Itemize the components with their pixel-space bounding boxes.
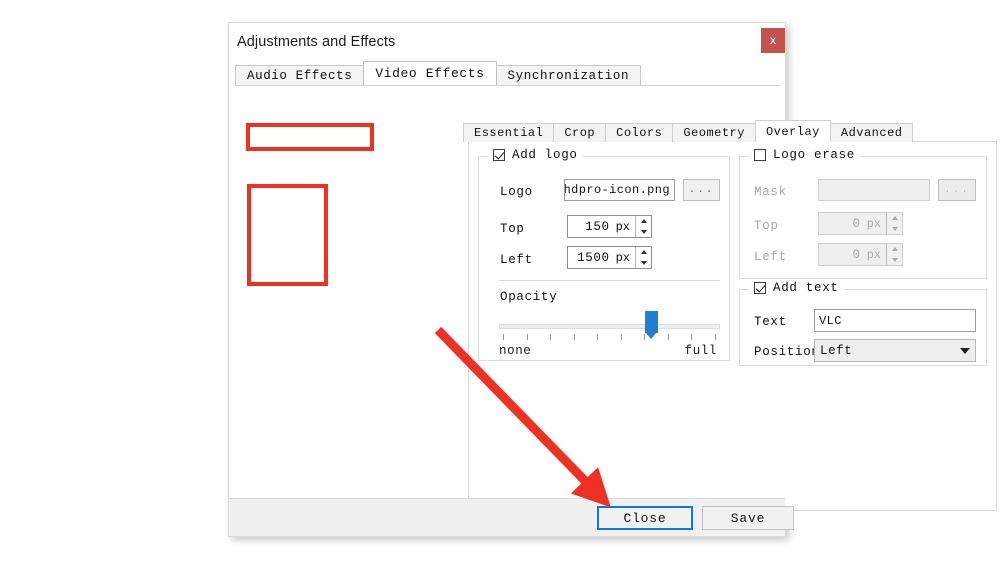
- opacity-tick: [715, 334, 716, 340]
- add-logo-checkbox[interactable]: [493, 149, 505, 161]
- text-field-label: Text: [754, 315, 787, 329]
- erase-left-spinbox: 0 px: [818, 243, 903, 266]
- logo-top-label: Top: [500, 222, 525, 236]
- logo-top-stepper[interactable]: [635, 216, 651, 237]
- logo-browse-button[interactable]: ...: [683, 179, 720, 201]
- tab-audio-effects[interactable]: Audio Effects: [235, 65, 365, 85]
- opacity-tick: [667, 334, 669, 340]
- opacity-label: Opacity: [500, 290, 558, 304]
- overlay-panel: Add logo Logo \hdpro-icon.png ... Top 15…: [468, 141, 997, 511]
- logo-field-label: Logo: [500, 185, 533, 199]
- erase-left-label: Left: [754, 250, 787, 264]
- logo-top-increment-icon[interactable]: [636, 216, 651, 227]
- opacity-tick: [526, 334, 528, 340]
- opacity-tick: [503, 334, 504, 340]
- close-window-icon[interactable]: x: [761, 28, 785, 53]
- logo-top-value: 150: [585, 219, 610, 234]
- title-bar: Adjustments and Effects x: [229, 23, 785, 61]
- opacity-tick: [644, 334, 646, 340]
- logo-left-spinbox[interactable]: 1500 px: [567, 246, 652, 269]
- close-button[interactable]: Close: [597, 506, 693, 530]
- opacity-tick: [597, 334, 599, 340]
- chevron-down-icon: [960, 347, 970, 354]
- opacity-slider-handle[interactable]: [644, 311, 658, 339]
- tab-crop[interactable]: Crop: [553, 123, 607, 142]
- tab-geometry[interactable]: Geometry: [672, 123, 756, 142]
- erase-left-unit: px: [866, 247, 881, 262]
- erase-left-decrement-icon: [887, 255, 902, 266]
- add-text-group: Add text Text VLC Position Left: [739, 281, 987, 366]
- opacity-max-label: full: [684, 344, 717, 358]
- logo-erase-label: Logo erase: [773, 148, 856, 162]
- text-position-value: Left: [820, 343, 853, 358]
- tab-essential[interactable]: Essential: [463, 123, 555, 142]
- add-text-label: Add text: [773, 281, 839, 295]
- save-button[interactable]: Save: [702, 506, 794, 530]
- primary-tab-bar: Audio Effects Video Effects Synchronizat…: [235, 61, 642, 85]
- opacity-separator: [499, 280, 720, 281]
- opacity-tick: [691, 334, 693, 340]
- text-position-select[interactable]: Left: [814, 339, 976, 362]
- opacity-min-label: none: [499, 344, 532, 358]
- window-title: Adjustments and Effects: [237, 34, 396, 50]
- tab-colors[interactable]: Colors: [605, 123, 674, 142]
- tab-synchronization[interactable]: Synchronization: [495, 65, 642, 85]
- overlay-text-input[interactable]: VLC: [814, 309, 976, 332]
- opacity-tick: [573, 334, 575, 340]
- logo-erase-group: Logo erase Mask ... Top 0 px Left 0 px: [739, 148, 987, 279]
- erase-top-value: 0: [852, 216, 861, 231]
- logo-left-increment-icon[interactable]: [636, 247, 651, 258]
- erase-top-decrement-icon: [887, 224, 902, 235]
- mask-browse-button: ...: [938, 179, 976, 201]
- erase-left-increment-icon: [887, 244, 902, 255]
- add-text-group-title: Add text: [749, 281, 844, 295]
- tab-advanced[interactable]: Advanced: [829, 123, 914, 142]
- erase-top-stepper: [886, 213, 902, 234]
- erase-top-spinbox: 0 px: [818, 212, 903, 235]
- logo-left-value: 1500: [577, 250, 610, 265]
- mask-field-label: Mask: [754, 185, 787, 199]
- erase-top-unit: px: [866, 216, 881, 231]
- logo-erase-checkbox[interactable]: [754, 149, 766, 161]
- adjustments-and-effects-dialog: Adjustments and Effects x Audio Effects …: [228, 22, 997, 537]
- logo-left-decrement-icon[interactable]: [636, 258, 651, 269]
- erase-left-stepper: [886, 244, 902, 265]
- logo-erase-group-title: Logo erase: [749, 148, 861, 162]
- erase-left-value: 0: [852, 247, 861, 262]
- add-text-checkbox[interactable]: [754, 282, 766, 294]
- mask-path-input: [818, 179, 930, 201]
- tab-video-effects[interactable]: Video Effects: [363, 61, 497, 85]
- erase-top-label: Top: [754, 219, 779, 233]
- logo-left-label: Left: [500, 253, 533, 267]
- add-logo-group-title: Add logo: [488, 148, 583, 162]
- opacity-slider-track[interactable]: [499, 324, 720, 329]
- logo-top-decrement-icon[interactable]: [636, 227, 651, 238]
- logo-top-spinbox[interactable]: 150 px: [567, 215, 652, 238]
- logo-top-unit: px: [615, 219, 630, 234]
- secondary-tab-bar: Essential Crop Colors Geometry Overlay A…: [463, 120, 914, 142]
- add-logo-label: Add logo: [512, 148, 578, 162]
- add-logo-group: Add logo Logo \hdpro-icon.png ... Top 15…: [478, 148, 730, 361]
- opacity-tick: [550, 334, 552, 340]
- erase-top-increment-icon: [887, 213, 902, 224]
- position-field-label: Position: [754, 345, 820, 359]
- tab-overlay[interactable]: Overlay: [754, 120, 831, 142]
- logo-left-unit: px: [615, 250, 630, 265]
- logo-path-input[interactable]: \hdpro-icon.png: [564, 179, 675, 201]
- logo-left-stepper[interactable]: [635, 247, 651, 268]
- dialog-footer: Close Save: [229, 498, 794, 536]
- opacity-tick: [620, 334, 622, 340]
